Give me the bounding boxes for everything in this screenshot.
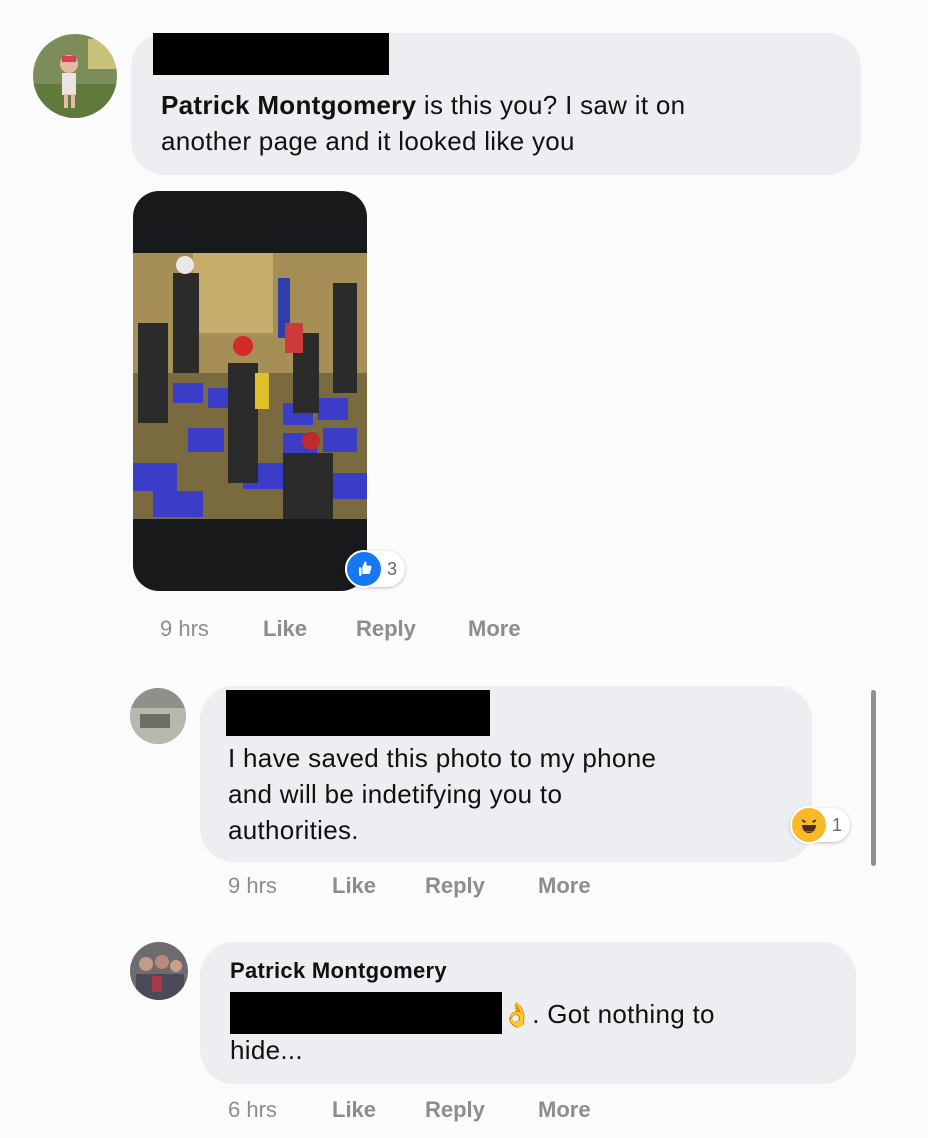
replier-avatar[interactable] [130, 942, 188, 1000]
commenter-avatar[interactable] [33, 34, 117, 118]
reply-text: I have saved this photo to my phone and … [228, 740, 808, 848]
more-button[interactable]: More [468, 616, 521, 642]
haha-icon [790, 806, 828, 844]
comment-thread: Patrick Montgomery is this you? I saw it… [0, 0, 928, 1138]
reaction-summary[interactable]: 1 [790, 806, 851, 844]
reply-line: I have saved this photo to my phone [228, 743, 657, 773]
comment-line: another page and it looked like you [161, 126, 575, 156]
ok-hand-emoji: 👌 [502, 1002, 533, 1029]
reply-bubble: I have saved this photo to my phone and … [200, 686, 812, 862]
redacted-text [230, 992, 502, 1034]
like-button[interactable]: Like [332, 1097, 376, 1123]
timestamp[interactable]: 9 hrs [228, 873, 277, 899]
author-name[interactable]: Patrick Montgomery [230, 956, 447, 986]
attached-photo[interactable] [133, 191, 367, 591]
reply-line: authorities. [228, 815, 359, 845]
reply-button[interactable]: Reply [425, 1097, 485, 1123]
redacted-name [153, 33, 389, 75]
replier-avatar[interactable] [130, 688, 186, 744]
reply-line: . Got nothing to [532, 999, 715, 1029]
like-icon [345, 550, 383, 588]
reply-text: 👌. Got nothing to [502, 996, 842, 1034]
reply-button[interactable]: Reply [356, 616, 416, 642]
timestamp[interactable]: 9 hrs [160, 616, 209, 642]
reply-button[interactable]: Reply [425, 873, 485, 899]
like-button[interactable]: Like [263, 616, 307, 642]
more-button[interactable]: More [538, 1097, 591, 1123]
like-button[interactable]: Like [332, 873, 376, 899]
reply-bubble: Patrick Montgomery 👌. Got nothing to hid… [200, 942, 856, 1084]
redacted-name [226, 690, 490, 736]
author-tag-link[interactable]: Patrick Montgomery [161, 90, 416, 120]
comment-bubble: Patrick Montgomery is this you? I saw it… [131, 33, 861, 175]
more-button[interactable]: More [538, 873, 591, 899]
comment-line: is this you? I saw it on [416, 90, 686, 120]
scrollbar[interactable] [871, 690, 876, 866]
comment-text: Patrick Montgomery is this you? I saw it… [161, 87, 851, 159]
reaction-summary[interactable]: 3 [345, 550, 406, 588]
reply-text: hide... [230, 1032, 303, 1068]
reaction-count: 1 [832, 814, 843, 835]
timestamp[interactable]: 6 hrs [228, 1097, 277, 1123]
reaction-count: 3 [387, 558, 398, 579]
reply-line: and will be indetifying you to [228, 779, 563, 809]
reply-line: hide... [230, 1035, 303, 1065]
